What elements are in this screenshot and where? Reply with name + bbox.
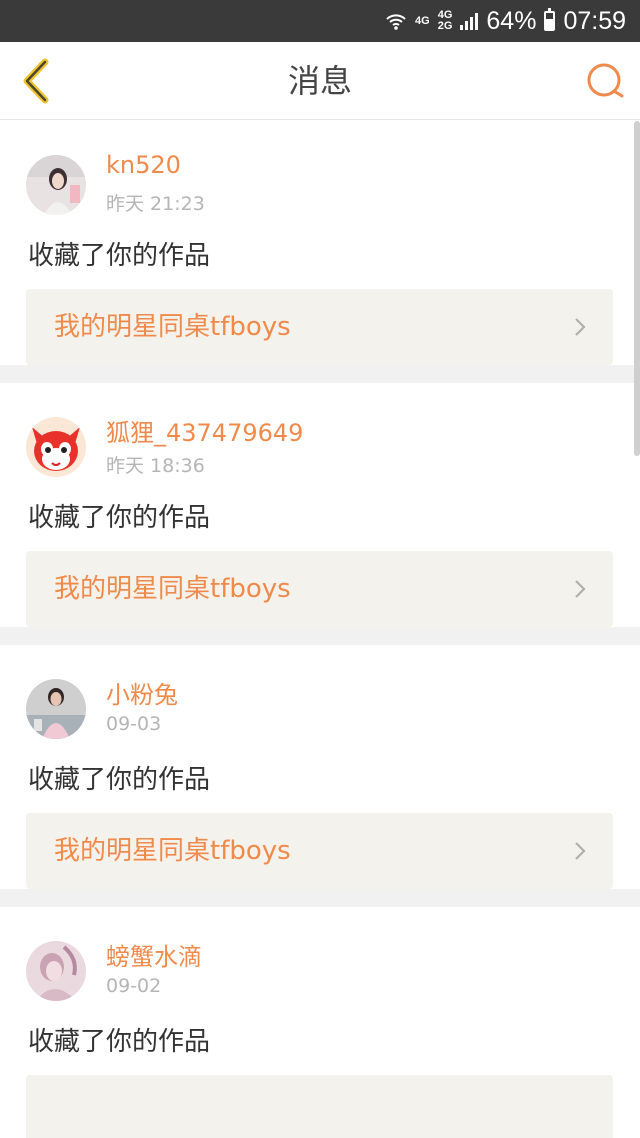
clock: 07:59: [563, 6, 626, 35]
signal-icon: [460, 12, 479, 30]
work-card[interactable]: [26, 1075, 613, 1138]
photo-avatar-icon: [26, 155, 86, 215]
chevron-right-icon: [575, 318, 586, 336]
avatar[interactable]: [26, 679, 86, 739]
work-card[interactable]: 我的明星同桌tfboys: [26, 289, 613, 365]
scrollbar[interactable]: [634, 121, 640, 456]
timestamp: 09-02: [106, 975, 162, 997]
work-card[interactable]: 我的明星同桌tfboys: [26, 551, 613, 627]
wifi-icon: [386, 14, 406, 30]
action-text: 收藏了你的作品: [28, 1027, 211, 1057]
network-label: 2G: [437, 20, 453, 32]
work-title: 我的明星同桌tfboys: [54, 312, 291, 342]
page-title: 消息: [287, 62, 352, 100]
action-text: 收藏了你的作品: [28, 241, 211, 271]
work-title: 我的明星同桌tfboys: [54, 574, 291, 604]
timestamp: 09-03: [106, 713, 162, 735]
username[interactable]: 小粉兔: [106, 675, 178, 710]
action-text: 收藏了你的作品: [28, 765, 211, 795]
username[interactable]: 螃蟹水滴: [106, 937, 202, 972]
action-text: 收藏了你的作品: [28, 503, 211, 533]
network-label: 4G: [415, 14, 430, 27]
status-bar: 4G 4G 2G 64% 07:59: [0, 0, 640, 42]
work-title: 我的明星同桌tfboys: [54, 836, 291, 866]
battery-percent: 64%: [486, 6, 537, 35]
message-item: 狐狸_437479649 昨天 18:36 收藏了你的作品 我的明星同桌tfbo…: [0, 383, 640, 645]
network-type-2: 4G 2G: [438, 10, 453, 32]
avatar[interactable]: [26, 155, 86, 215]
chevron-right-icon: [575, 842, 586, 860]
work-card[interactable]: 我的明星同桌tfboys: [26, 813, 613, 889]
photo-avatar-icon: [26, 679, 86, 739]
chevron-right-icon: [575, 580, 586, 598]
username[interactable]: kn520: [106, 151, 181, 179]
timestamp: 昨天 21:23: [106, 193, 205, 215]
message-item: kn520 昨天 21:23 收藏了你的作品 我的明星同桌tfboys: [0, 121, 640, 383]
message-list: kn520 昨天 21:23 收藏了你的作品 我的明星同桌tfboys 狐狸_4…: [0, 121, 640, 1138]
avatar[interactable]: [26, 417, 86, 477]
nav-bar: 消息: [0, 42, 640, 120]
fox-avatar-icon: [26, 417, 86, 477]
username[interactable]: 狐狸_437479649: [106, 413, 303, 448]
photo-avatar-icon: [26, 941, 86, 1001]
avatar[interactable]: [26, 941, 86, 1001]
timestamp: 昨天 18:36: [106, 455, 205, 477]
message-item: 螃蟹水滴 09-02 收藏了你的作品: [0, 907, 640, 1138]
network-type-1: 4G: [415, 14, 430, 27]
message-item: 小粉兔 09-03 收藏了你的作品 我的明星同桌tfboys: [0, 645, 640, 907]
battery-icon: [544, 8, 556, 31]
search-button[interactable]: [584, 60, 626, 102]
